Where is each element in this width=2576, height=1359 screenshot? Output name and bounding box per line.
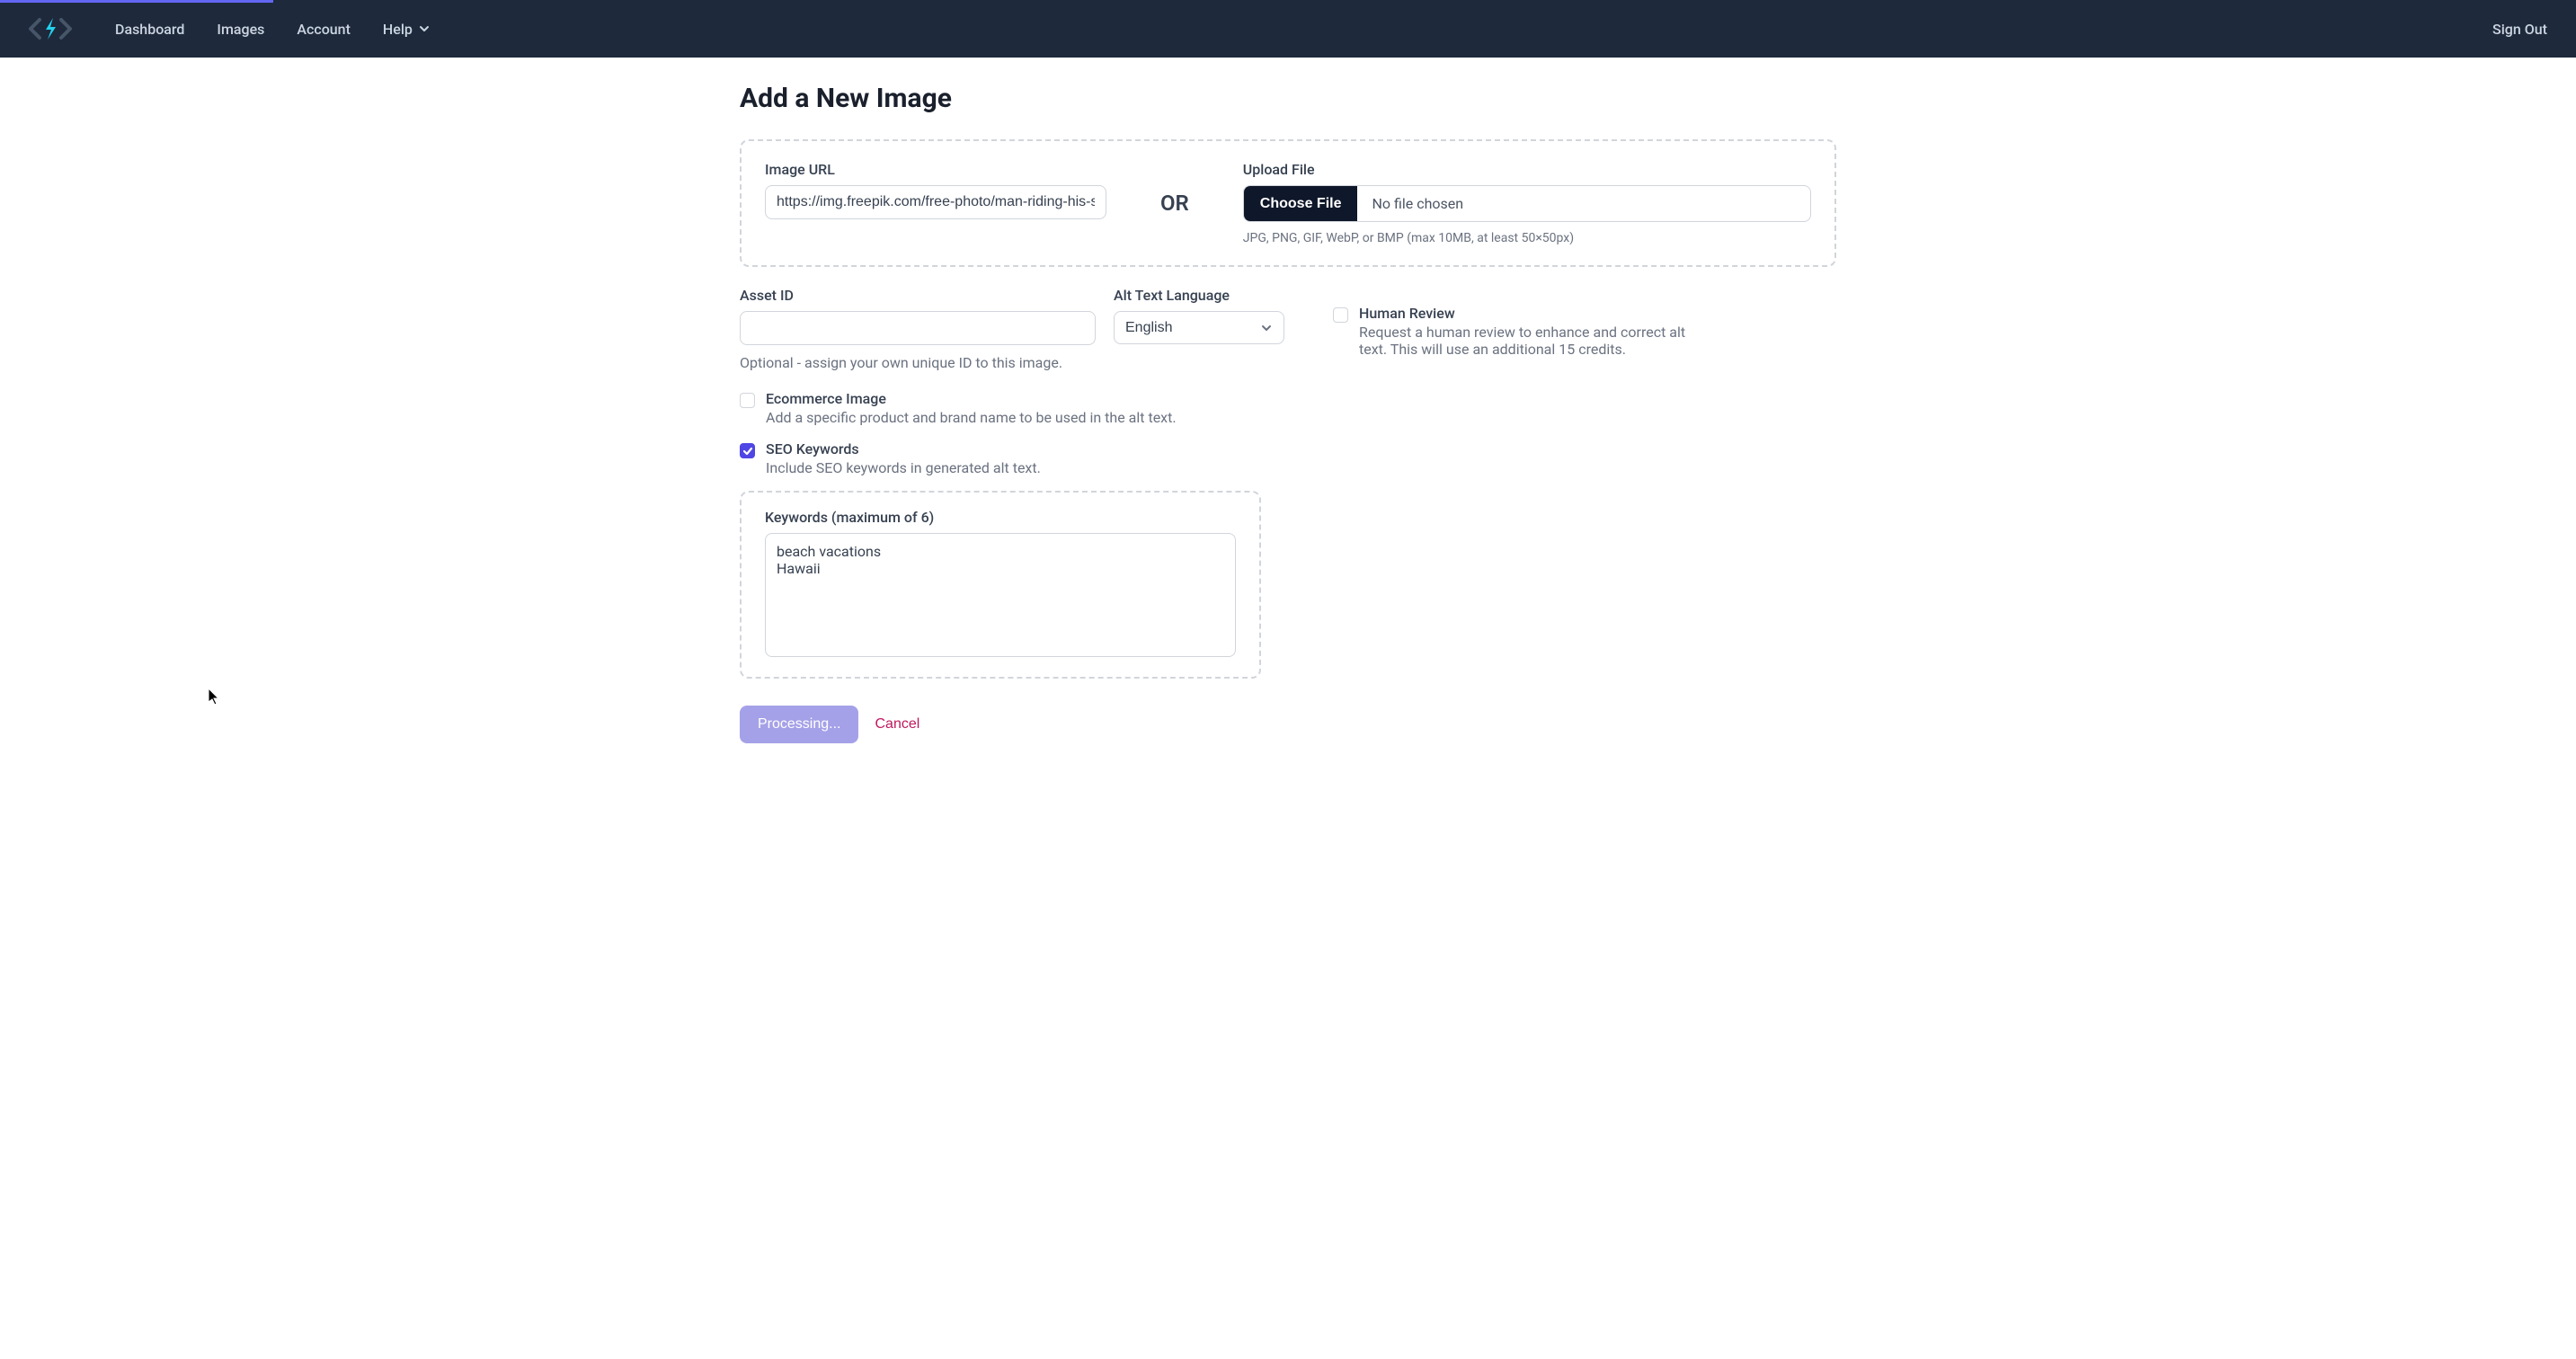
main-navbar: Dashboard Images Account Help Sign Out xyxy=(0,0,2576,58)
nav-signout[interactable]: Sign Out xyxy=(2492,21,2547,38)
nav-images[interactable]: Images xyxy=(217,21,264,38)
language-label: Alt Text Language xyxy=(1114,287,1284,304)
asset-id-label: Asset ID xyxy=(740,287,1096,304)
human-review-label: Human Review xyxy=(1359,305,1710,322)
keywords-section: Keywords (maximum of 6) xyxy=(740,491,1261,679)
seo-keywords-checkbox[interactable] xyxy=(740,443,755,458)
nav-help[interactable]: Help xyxy=(383,21,431,38)
human-review-checkbox[interactable] xyxy=(1333,307,1348,323)
page-title: Add a New Image xyxy=(740,83,1836,114)
ecommerce-desc: Add a specific product and brand name to… xyxy=(766,409,1177,426)
image-url-label: Image URL xyxy=(765,161,1106,178)
loading-progress-bar xyxy=(0,0,273,3)
ecommerce-label: Ecommerce Image xyxy=(766,390,1177,407)
image-url-input[interactable] xyxy=(765,185,1106,219)
file-input-group: Choose File No file chosen xyxy=(1243,185,1811,222)
upload-file-label: Upload File xyxy=(1243,161,1811,178)
mouse-cursor xyxy=(209,688,223,706)
nav-dashboard[interactable]: Dashboard xyxy=(115,21,184,38)
image-source-box: Image URL OR Upload File Choose File No … xyxy=(740,139,1836,267)
keywords-label: Keywords (maximum of 6) xyxy=(765,509,1236,526)
check-icon xyxy=(742,446,753,457)
ecommerce-checkbox[interactable] xyxy=(740,393,755,408)
nav-help-label: Help xyxy=(383,21,413,38)
file-chosen-text: No file chosen xyxy=(1357,186,1478,221)
cancel-button[interactable]: Cancel xyxy=(875,716,919,733)
app-logo[interactable] xyxy=(29,16,72,41)
asset-id-help: Optional - assign your own unique ID to … xyxy=(740,354,1096,371)
submit-button[interactable]: Processing... xyxy=(740,706,858,743)
human-review-desc: Request a human review to enhance and co… xyxy=(1359,324,1710,358)
language-select[interactable]: English xyxy=(1114,311,1284,344)
logo-icon xyxy=(29,16,72,41)
nav-account[interactable]: Account xyxy=(297,21,351,38)
asset-id-input[interactable] xyxy=(740,311,1096,345)
keywords-textarea[interactable] xyxy=(765,533,1236,657)
or-divider: OR xyxy=(1124,191,1225,216)
file-format-hint: JPG, PNG, GIF, WebP, or BMP (max 10MB, a… xyxy=(1243,231,1811,245)
choose-file-button[interactable]: Choose File xyxy=(1244,186,1358,221)
seo-keywords-label: SEO Keywords xyxy=(766,440,1041,457)
seo-keywords-desc: Include SEO keywords in generated alt te… xyxy=(766,459,1041,476)
chevron-down-icon xyxy=(418,22,431,35)
